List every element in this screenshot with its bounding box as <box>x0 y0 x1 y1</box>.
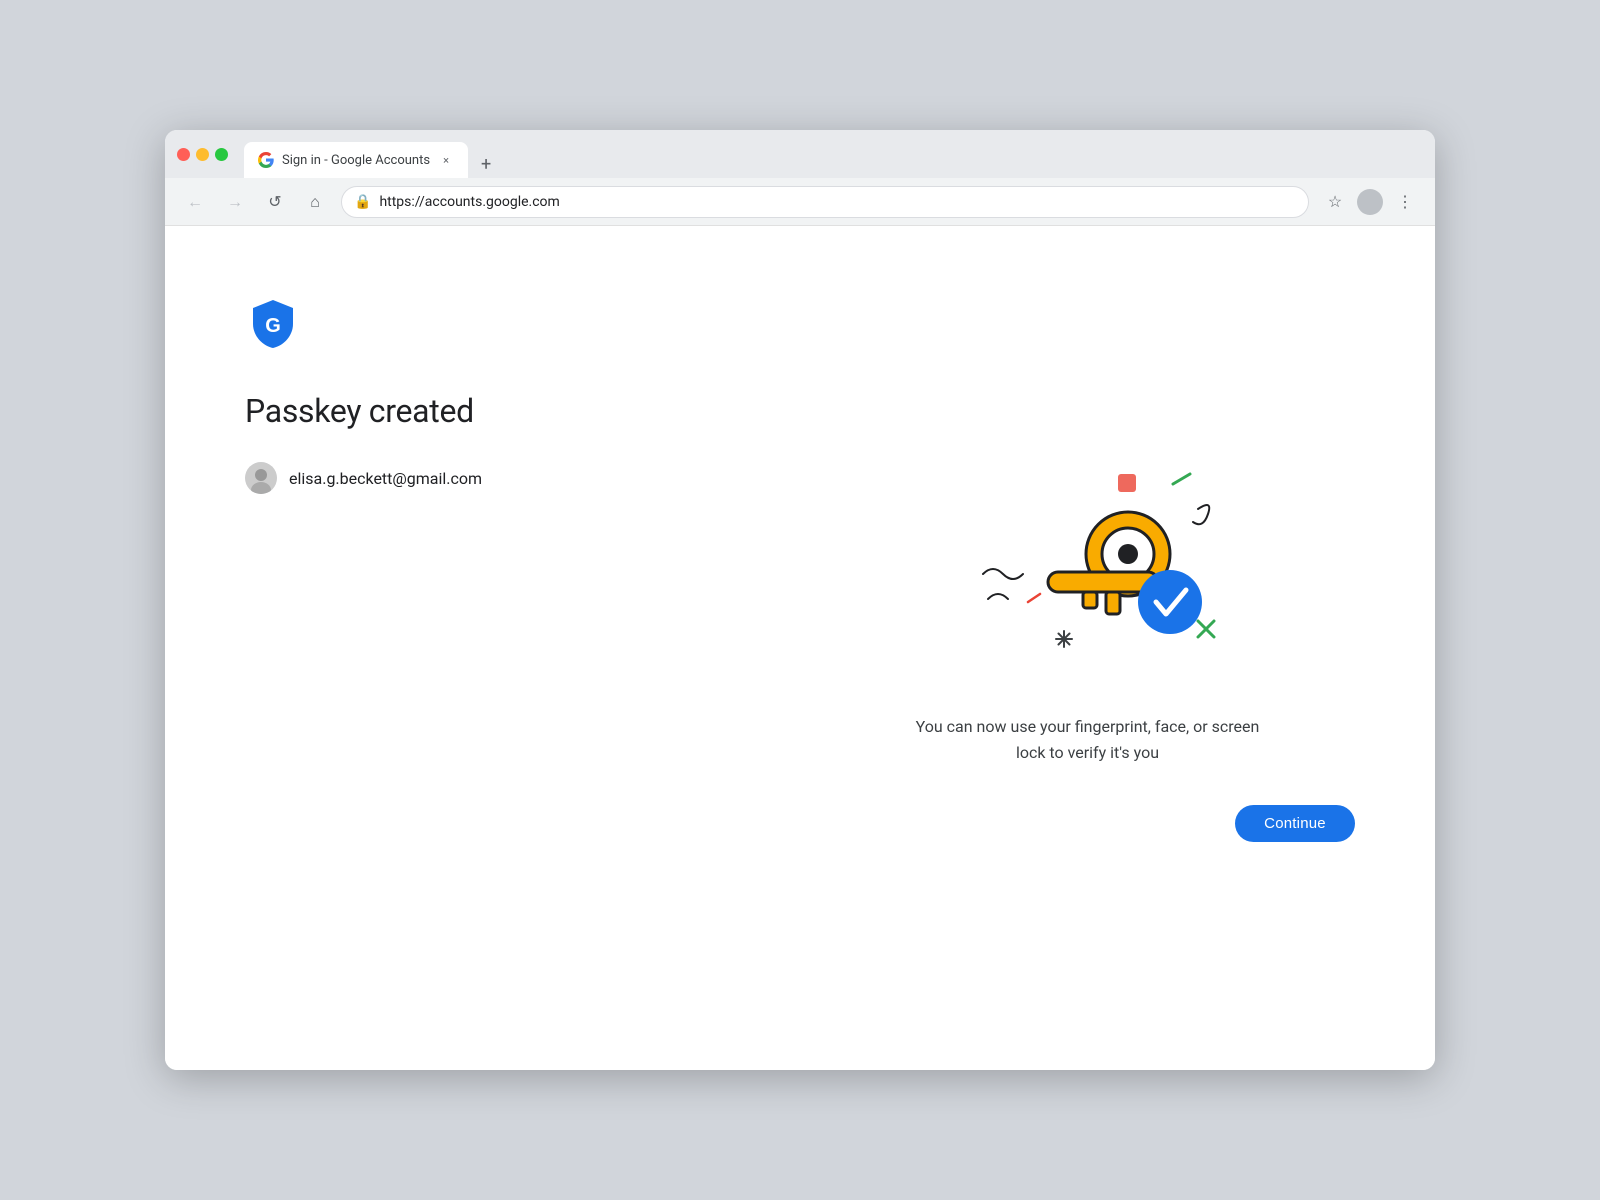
tab-close-button[interactable]: × <box>438 152 454 168</box>
avatar <box>245 462 277 494</box>
browser-window: Sign in - Google Accounts × + ← → ↺ ⌂ 🔒 … <box>165 130 1435 1070</box>
active-tab[interactable]: Sign in - Google Accounts × <box>244 142 468 178</box>
home-button[interactable]: ⌂ <box>301 188 329 216</box>
toolbar-right: ☆ ⋮ <box>1321 188 1419 216</box>
new-tab-button[interactable]: + <box>472 150 500 178</box>
page-heading: Passkey created <box>245 392 780 430</box>
lock-icon: 🔒 <box>354 194 371 210</box>
back-button[interactable]: ← <box>181 188 209 216</box>
avatar-image <box>245 462 277 494</box>
bookmark-button[interactable]: ☆ <box>1321 188 1349 216</box>
profile-button[interactable] <box>1357 189 1383 215</box>
left-panel: G Passkey created elisa.g.beckett@gmail.… <box>245 286 780 1010</box>
passkey-illustration-svg <box>928 454 1248 674</box>
address-bar: ← → ↺ ⌂ 🔒 https://accounts.google.com ☆ … <box>165 178 1435 226</box>
tab-strip: Sign in - Google Accounts × + <box>244 130 1423 178</box>
user-email: elisa.g.beckett@gmail.com <box>289 469 482 488</box>
page-content: G Passkey created elisa.g.beckett@gmail.… <box>165 226 1435 1070</box>
traffic-lights <box>177 148 228 161</box>
tab-title: Sign in - Google Accounts <box>282 153 430 168</box>
right-panel: You can now use your fingerprint, face, … <box>820 286 1355 1010</box>
google-passkey-shield-icon: G <box>245 296 301 352</box>
google-tab-icon <box>258 152 274 168</box>
close-window-button[interactable] <box>177 148 190 161</box>
continue-button[interactable]: Continue <box>1235 805 1355 842</box>
url-text: https://accounts.google.com <box>379 194 1296 210</box>
forward-button[interactable]: → <box>221 188 249 216</box>
minimize-window-button[interactable] <box>196 148 209 161</box>
key-illustration <box>928 454 1248 674</box>
title-bar: Sign in - Google Accounts × + <box>165 130 1435 178</box>
user-row: elisa.g.beckett@gmail.com <box>245 462 780 494</box>
reload-button[interactable]: ↺ <box>261 188 289 216</box>
maximize-window-button[interactable] <box>215 148 228 161</box>
url-bar[interactable]: 🔒 https://accounts.google.com <box>341 186 1309 218</box>
description-text: You can now use your fingerprint, face, … <box>908 714 1268 765</box>
svg-text:G: G <box>265 315 281 337</box>
menu-button[interactable]: ⋮ <box>1391 188 1419 216</box>
